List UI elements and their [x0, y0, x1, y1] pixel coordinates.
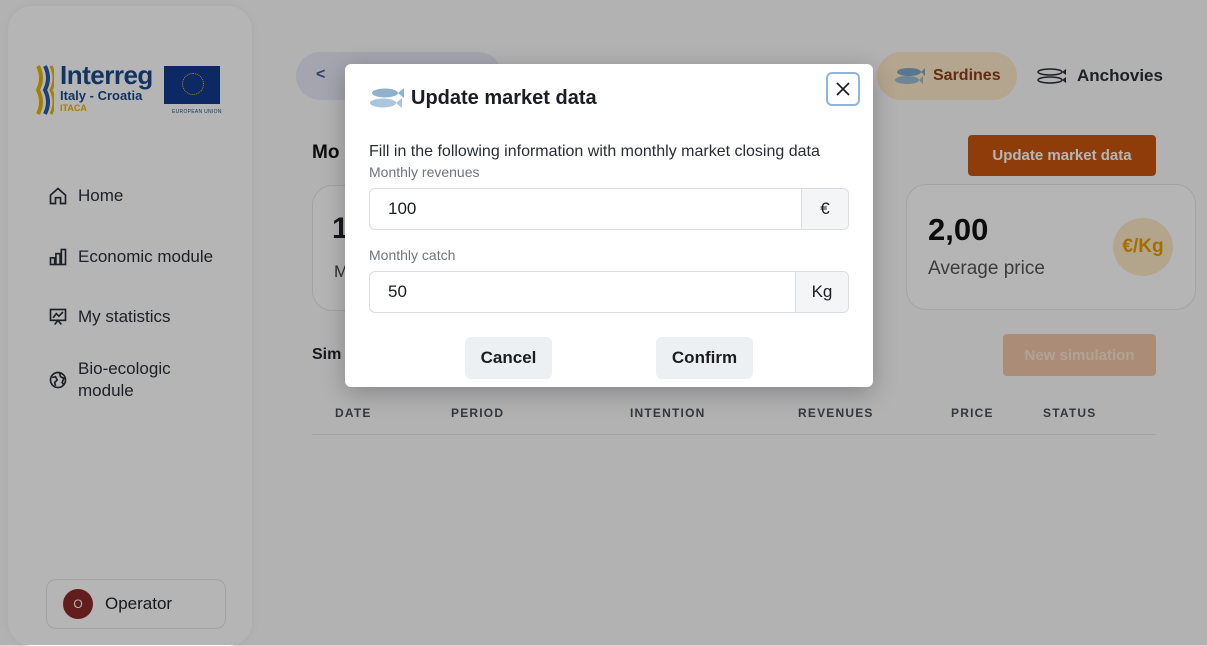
close-icon [836, 82, 850, 96]
currency-addon: € [801, 189, 848, 229]
monthly-revenues-input[interactable] [370, 189, 801, 229]
close-button[interactable] [826, 72, 860, 106]
dialog-description: Fill in the following information with m… [369, 143, 820, 160]
cancel-button[interactable]: Cancel [465, 337, 552, 379]
monthly-catch-field: Kg [369, 271, 849, 313]
confirm-button[interactable]: Confirm [656, 337, 753, 379]
monthly-catch-label: Monthly catch [369, 247, 456, 263]
monthly-revenues-field: € [369, 188, 849, 230]
unit-addon: Kg [795, 272, 848, 312]
dialog-title: Update market data [411, 87, 597, 109]
monthly-catch-input[interactable] [370, 272, 795, 312]
update-market-data-dialog: Update market data Fill in the following… [345, 64, 873, 387]
sardine-fish-icon [370, 88, 404, 108]
monthly-revenues-label: Monthly revenues [369, 164, 480, 180]
